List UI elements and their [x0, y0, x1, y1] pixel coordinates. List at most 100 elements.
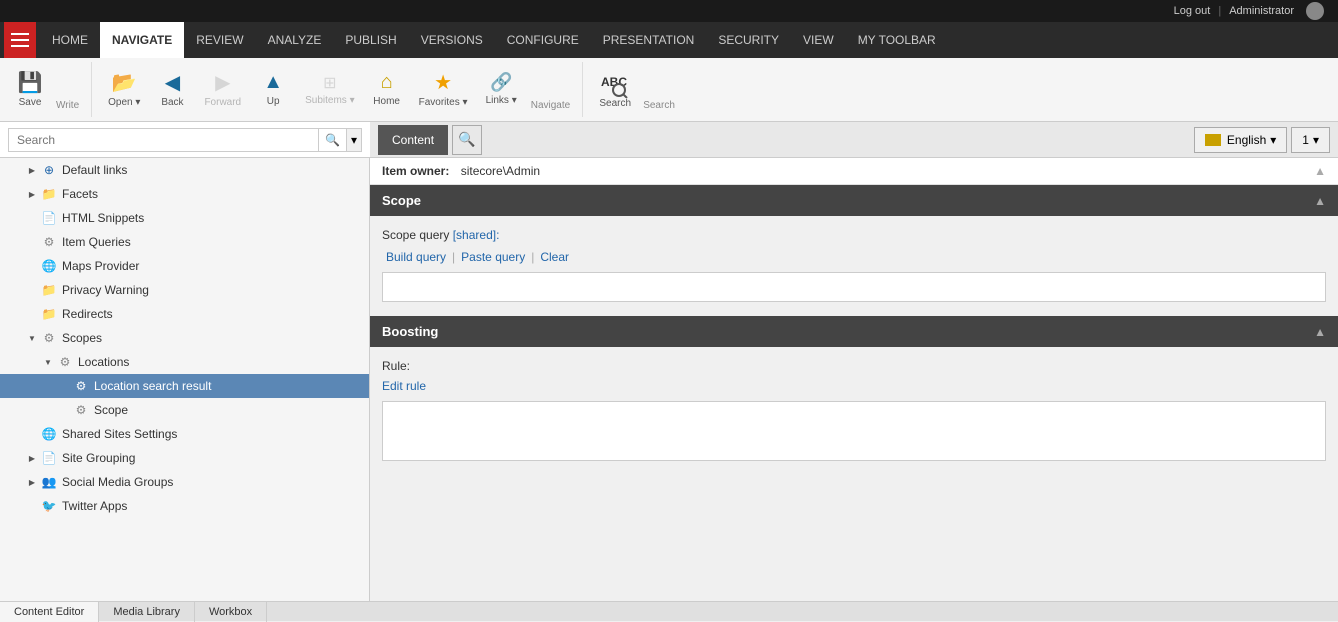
tree-toggle-social-media-groups[interactable]: ▶	[24, 474, 40, 490]
boosting-section: Boosting ▲ Rule: Edit rule	[370, 316, 1338, 476]
tree-toggle-default-links[interactable]: ▶	[24, 162, 40, 178]
tree-item-privacy-warning[interactable]: 📁 Privacy Warning	[0, 278, 369, 302]
link-icon: ⊕	[40, 161, 58, 179]
twitter-icon: 🐦	[40, 497, 58, 515]
tree-item-site-grouping[interactable]: ▶ 📄 Site Grouping	[0, 446, 369, 470]
item-owner-bar: Item owner: sitecore\Admin ▲	[370, 158, 1338, 185]
tree-item-maps-provider[interactable]: 🌐 Maps Provider	[0, 254, 369, 278]
bottom-tab-media-library[interactable]: Media Library	[99, 602, 195, 622]
tree-item-item-queries[interactable]: ⚙ Item Queries	[0, 230, 369, 254]
tree-label-maps-provider: Maps Provider	[62, 259, 139, 273]
html-doc-icon: 📄	[40, 209, 58, 227]
nav-publish[interactable]: PUBLISH	[333, 22, 408, 58]
username: Administrator	[1229, 5, 1294, 17]
tree-label-html-snippets: HTML Snippets	[62, 211, 144, 225]
home-button[interactable]: ⌂ Home	[365, 64, 409, 116]
page-label: 1	[1302, 133, 1309, 147]
nav-home[interactable]: HOME	[40, 22, 100, 58]
nav-versions[interactable]: VERSIONS	[409, 22, 495, 58]
tree-item-default-links[interactable]: ▶ ⊕ Default links	[0, 158, 369, 182]
world-icon: 🌐	[40, 257, 58, 275]
nav-my-toolbar[interactable]: MY TOOLBAR	[846, 22, 948, 58]
clear-link[interactable]: Clear	[536, 250, 573, 264]
hamburger-button[interactable]	[4, 22, 36, 58]
logout-link[interactable]: Log out	[1174, 5, 1211, 17]
links-button[interactable]: 🔗 Links ▾	[478, 64, 525, 116]
up-button[interactable]: ▲ Up	[251, 64, 295, 116]
avatar	[1306, 2, 1324, 20]
tree-item-redirects[interactable]: 📁 Redirects	[0, 302, 369, 326]
gear-icon: ⚙	[40, 233, 58, 251]
favorites-button[interactable]: ★ Favorites ▾	[411, 64, 476, 116]
save-button[interactable]: 💾 Save	[8, 64, 52, 116]
language-selector[interactable]: English ▾	[1194, 127, 1287, 153]
tree-item-twitter-apps[interactable]: 🐦 Twitter Apps	[0, 494, 369, 518]
paste-query-link[interactable]: Paste query	[457, 250, 529, 264]
nav-menu: HOME NAVIGATE REVIEW ANALYZE PUBLISH VER…	[0, 22, 1338, 58]
search-button[interactable]: ABC Search	[591, 64, 639, 116]
tree-toggle-facets[interactable]: ▶	[24, 186, 40, 202]
tree-item-social-media-groups[interactable]: ▶ 👥 Social Media Groups	[0, 470, 369, 494]
page-chevron-icon: ▾	[1313, 133, 1319, 147]
tree-label-scopes: Scopes	[62, 331, 102, 345]
search-options-dropdown[interactable]: ▾	[347, 128, 362, 152]
tree-toggle-site-grouping[interactable]: ▶	[24, 450, 40, 466]
bottom-tab-workbox[interactable]: Workbox	[195, 602, 267, 622]
tree-item-facets[interactable]: ▶ 📁 Facets	[0, 182, 369, 206]
scope-links: Build query | Paste query | Clear	[382, 250, 1326, 264]
bottom-tab-content-editor[interactable]: Content Editor	[0, 602, 99, 622]
nav-configure[interactable]: CONFIGURE	[495, 22, 591, 58]
build-query-link[interactable]: Build query	[382, 250, 450, 264]
tree-label-scope: Scope	[94, 403, 128, 417]
boosting-section-body: Rule: Edit rule	[370, 347, 1338, 476]
tree-toggle-scopes[interactable]: ▼	[24, 330, 40, 346]
nav-view[interactable]: VIEW	[791, 22, 846, 58]
language-label: English	[1227, 133, 1266, 147]
tree-item-locations[interactable]: ▼ ⚙ Locations	[0, 350, 369, 374]
item-owner-label: Item owner:	[382, 164, 449, 178]
tree-label-shared-sites-settings: Shared Sites Settings	[62, 427, 177, 441]
home-icon: ⌂	[381, 71, 393, 94]
tree-label-privacy-warning: Privacy Warning	[62, 283, 149, 297]
open-icon: 📂	[112, 70, 137, 95]
boosting-collapse-icon[interactable]: ▲	[1314, 325, 1326, 339]
tree-item-scopes[interactable]: ▼ ⚙ Scopes	[0, 326, 369, 350]
nav-analyze[interactable]: ANALYZE	[256, 22, 334, 58]
toolbar-write-group: 💾 Save Write	[0, 62, 92, 117]
search-execute-button[interactable]: 🔍	[319, 128, 347, 152]
collapse-owner-icon[interactable]: ▲	[1314, 164, 1326, 178]
search-input[interactable]	[8, 128, 319, 152]
tree-item-html-snippets[interactable]: ▶ 📄 HTML Snippets	[0, 206, 369, 230]
back-button[interactable]: ◀ Back	[150, 64, 194, 116]
scope-section-header[interactable]: Scope ▲	[370, 185, 1338, 216]
content-tab[interactable]: Content	[378, 125, 448, 155]
forward-button[interactable]: ▶ Forward	[196, 64, 249, 116]
gear-icon-location-search-result: ⚙	[72, 377, 90, 395]
nav-navigate[interactable]: NAVIGATE	[100, 22, 184, 58]
content-body: Item owner: sitecore\Admin ▲ Scope ▲ Sco…	[370, 158, 1338, 601]
scope-section-body: Scope query [shared]: Build query | Past…	[370, 216, 1338, 314]
language-chevron-icon: ▾	[1270, 133, 1276, 147]
tree-toggle-locations[interactable]: ▼	[40, 354, 56, 370]
nav-security[interactable]: SECURITY	[706, 22, 791, 58]
content-search-tab[interactable]: 🔍	[452, 125, 482, 155]
top-bar: Log out | Administrator	[0, 0, 1338, 22]
subitems-button[interactable]: ⊞ Subitems ▾	[297, 64, 363, 116]
scope-query-input[interactable]	[382, 272, 1326, 302]
rule-textarea[interactable]	[382, 401, 1326, 461]
open-button[interactable]: 📂 Open ▾	[100, 64, 148, 116]
toolbar: 💾 Save Write 📂 Open ▾ ◀ Back ▶ Forward ▲…	[0, 58, 1338, 122]
subitems-icon: ⊞	[323, 73, 336, 93]
page-selector[interactable]: 1 ▾	[1291, 127, 1330, 153]
nav-review[interactable]: REVIEW	[184, 22, 255, 58]
folder-icon-privacy: 📁	[40, 281, 58, 299]
tree-item-shared-sites-settings[interactable]: 🌐 Shared Sites Settings	[0, 422, 369, 446]
boosting-section-header[interactable]: Boosting ▲	[370, 316, 1338, 347]
edit-rule-link[interactable]: Edit rule	[382, 379, 1326, 393]
tree-item-scope[interactable]: ⚙ Scope	[0, 398, 369, 422]
nav-presentation[interactable]: PRESENTATION	[591, 22, 707, 58]
tree-item-location-search-result[interactable]: ⚙ Location search result	[0, 374, 369, 398]
tree-label-default-links: Default links	[62, 163, 127, 177]
save-icon: 💾	[18, 70, 43, 95]
scope-collapse-icon[interactable]: ▲	[1314, 194, 1326, 208]
